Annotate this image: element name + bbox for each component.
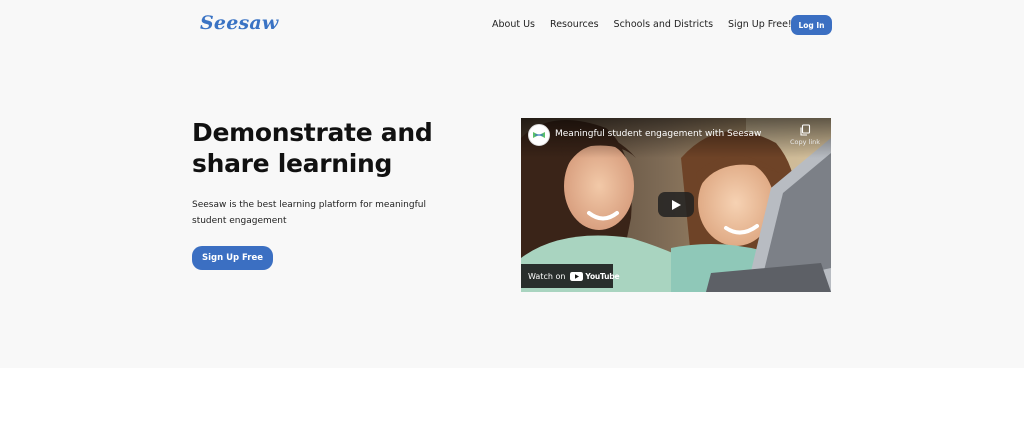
hero-description-line-2: student engagement: [192, 216, 287, 226]
hero-description-line-1: Seesaw is the best learning platform for…: [192, 200, 426, 210]
seesaw-channel-icon[interactable]: [528, 124, 550, 146]
youtube-logo: YouTube: [570, 271, 620, 281]
login-button[interactable]: Log In: [791, 15, 832, 35]
main-nav: About Us Resources Schools and Districts…: [492, 19, 807, 30]
play-icon: [672, 199, 681, 210]
youtube-logo-icon: [570, 271, 584, 281]
hero-title: Demonstrate and share learning: [192, 117, 492, 179]
hero-title-line-2: share learning: [192, 149, 393, 178]
hero-title-line-1: Demonstrate and: [192, 118, 433, 147]
play-button[interactable]: [658, 192, 694, 217]
page: Seesaw About Us Resources Schools and Di…: [0, 0, 1024, 425]
copy-link-label: Copy link: [789, 138, 821, 146]
nav-item-about-us[interactable]: About Us: [492, 19, 535, 30]
youtube-wordmark: YouTube: [585, 271, 620, 281]
copy-icon: [800, 124, 811, 136]
hero-section: [0, 0, 1024, 368]
nav-item-resources[interactable]: Resources: [550, 19, 599, 30]
watch-on-label: Watch on: [528, 271, 566, 281]
sign-up-free-button[interactable]: Sign Up Free: [192, 246, 273, 270]
nav-item-schools-and-districts[interactable]: Schools and Districts: [614, 19, 713, 30]
seesaw-logo[interactable]: Seesaw: [200, 12, 278, 34]
watch-on-youtube-button[interactable]: Watch on YouTube: [521, 264, 620, 288]
video-title[interactable]: Meaningful student engagement with Seesa…: [555, 129, 761, 139]
hero-description: Seesaw is the best learning platform for…: [192, 197, 442, 229]
copy-link-button[interactable]: Copy link: [787, 124, 823, 146]
nav-item-sign-up-free[interactable]: Sign Up Free!: [728, 19, 792, 30]
video-embed[interactable]: Meaningful student engagement with Seesa…: [521, 118, 831, 292]
